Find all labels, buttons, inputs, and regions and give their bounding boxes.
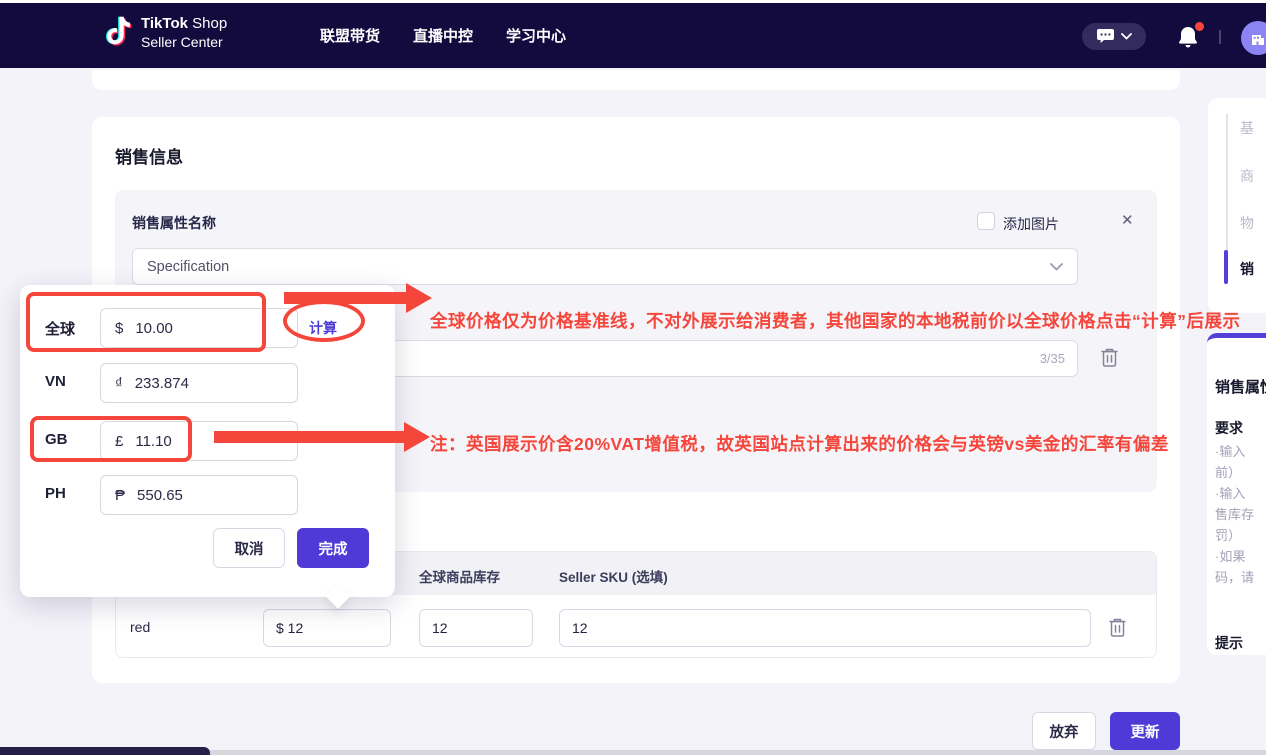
delete-attribute-button[interactable] [1100,347,1119,371]
popup-actions: 取消 完成 [20,528,395,568]
vn-price-input[interactable]: ₫ 233.874 [100,363,298,403]
price-input[interactable] [263,609,391,647]
tiktok-shop-logo[interactable]: TikTok Shop Seller Center [103,15,227,51]
close-icon[interactable]: ✕ [1121,211,1134,229]
nav-item-live[interactable]: 直播中控 [413,25,473,46]
logo-seller-center: Seller Center [141,34,227,52]
top-navbar: TikTok Shop Seller Center 联盟带货 直播中控 学习中心 [0,3,1266,68]
anchor-item-sales[interactable]: 销 [1240,259,1254,279]
account-avatar[interactable] [1241,21,1266,55]
shop-building-icon [1249,29,1266,47]
currency-symbol: ₱ [115,487,125,504]
discard-button[interactable]: 放弃 [1032,712,1096,750]
specification-select[interactable]: Specification [132,248,1078,285]
stock-input[interactable] [419,609,533,647]
global-price-input[interactable]: $ 10.00 [100,308,298,348]
notification-badge [1195,22,1204,31]
popup-row-gb: GB £ 11.10 [20,421,395,461]
nav-item-affiliate[interactable]: 联盟带货 [320,25,380,46]
logo-tiktok: TikTok [141,15,188,32]
cancel-button[interactable]: 取消 [213,528,285,568]
header-seller-sku: Seller SKU (选填) [559,566,668,586]
anchor-item-logistics[interactable]: 物 [1240,213,1254,233]
ph-price-input[interactable]: ₱ 550.65 [100,475,298,515]
chevron-down-icon [1050,263,1063,271]
section-title: 销售信息 [115,143,183,168]
row-label-gb: GB [45,431,68,448]
background-window-edge-dark [0,747,210,755]
currency-symbol: £ [115,433,123,450]
popup-row-ph: PH ₱ 550.65 [20,475,395,515]
currency-symbol: $ [115,320,123,337]
tiktok-note-icon [103,15,133,51]
global-price-popover: 全球 $ 10.00 计算 VN ₫ 233.874 GB £ 11.10 PH… [20,285,395,597]
requirements-text: ·输入 前） ·输入 售库存 罚） ·如果 码，请 [1215,441,1254,588]
help-panel-title: 销售属性 [1215,376,1266,397]
main-nav: 联盟带货 直播中控 学习中心 [320,3,566,68]
confirm-button[interactable]: 完成 [297,528,369,568]
gb-price-input[interactable]: £ 11.10 [100,421,298,461]
anchor-nav-card: 基 商 物 销 [1208,98,1266,313]
header-global-stock: 全球商品库存 [419,566,500,586]
anchor-item-product[interactable]: 商 [1240,166,1254,186]
notifications-button[interactable] [1176,25,1202,51]
specification-select-value: Specification [147,259,1050,275]
delete-row-button[interactable] [1108,617,1127,641]
char-counter: 3/35 [1040,351,1065,366]
chevron-down-icon [1121,33,1132,40]
logo-shop: Shop [188,15,227,32]
amount-value: 10.00 [135,320,173,337]
anchor-track [1226,114,1228,254]
currency-symbol: ₫ [115,375,123,392]
trash-icon [1100,347,1119,368]
seller-sku-input[interactable] [559,609,1091,647]
add-image-label: 添加图片 [1003,214,1059,234]
background-window-edge-light [210,750,1266,755]
previous-section-card-edge [92,70,1180,90]
table-row: red [116,595,1156,658]
help-panel-card: 销售属性 要求 ·输入 前） ·输入 售库存 罚） ·如果 码，请 提示 [1207,333,1266,655]
amount-value: 233.874 [135,375,189,392]
chat-bubble-icon [1097,29,1114,44]
amount-value: 550.65 [137,487,183,504]
update-button[interactable]: 更新 [1110,712,1180,750]
calculate-link[interactable]: 计算 [309,318,337,338]
row-label-vn: VN [45,373,66,390]
add-image-checkbox[interactable] [977,212,995,230]
nav-divider [1219,30,1221,44]
trash-icon [1108,617,1127,638]
popup-row-vn: VN ₫ 233.874 [20,363,395,403]
nav-item-learning[interactable]: 学习中心 [506,25,566,46]
requirements-title: 要求 [1215,418,1243,438]
logo-text: TikTok Shop Seller Center [141,15,227,51]
tips-title: 提示 [1215,633,1243,653]
row-label-global: 全球 [45,318,75,339]
amount-value: 11.10 [135,433,171,450]
chat-button[interactable] [1082,23,1146,50]
active-anchor-indicator [1224,250,1228,284]
variant-name: red [130,619,150,635]
attribute-name-label: 销售属性名称 [132,213,216,233]
anchor-item-basic[interactable]: 基 [1240,118,1254,138]
row-label-ph: PH [45,485,66,502]
popup-row-global: 全球 $ 10.00 计算 [20,308,395,348]
